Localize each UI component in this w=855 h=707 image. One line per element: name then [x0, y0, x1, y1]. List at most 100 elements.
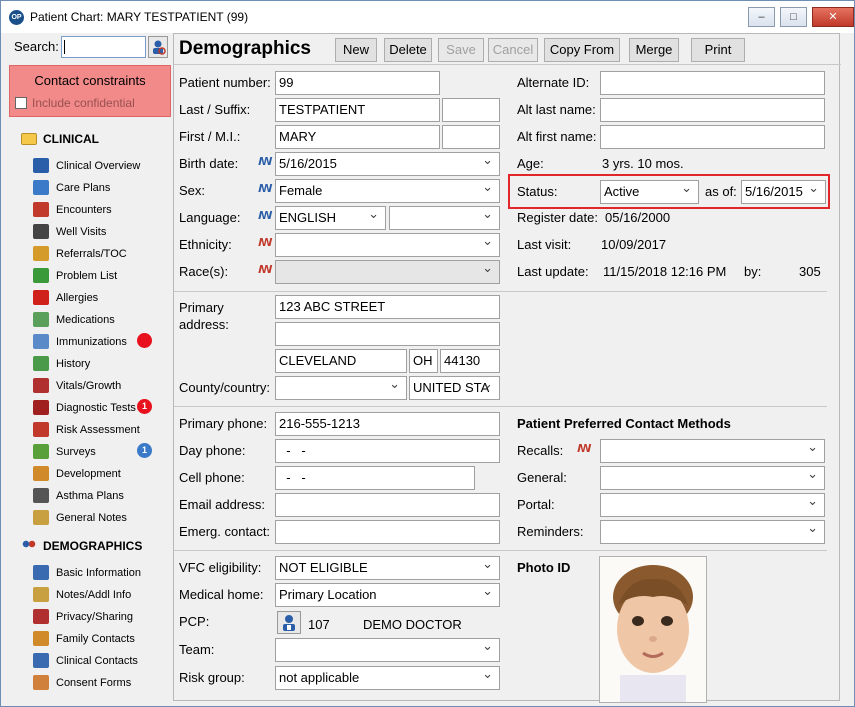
sidebar-item-label: Problem List [56, 269, 118, 282]
sidebar-item-surveys[interactable]: Surveys [33, 444, 96, 459]
sidebar-item-development[interactable]: Development [33, 466, 121, 481]
cell-phone-field[interactable]: - - [275, 466, 475, 490]
sidebar-item-encounters[interactable]: Encounters [33, 202, 112, 217]
zip-field[interactable]: 44130 [440, 349, 500, 373]
medical-home-dropdown[interactable]: Primary Location [275, 583, 500, 607]
age-label: Age: [517, 156, 544, 171]
save-button[interactable]: Save [438, 38, 484, 62]
alt-first-name-field[interactable] [600, 125, 825, 149]
sidebar-item-history[interactable]: History [33, 356, 90, 371]
copy-from-button[interactable]: Copy From [544, 38, 620, 62]
sidebar-item-medications[interactable]: Medications [33, 312, 115, 327]
last-visit-label: Last visit: [517, 237, 572, 252]
consent-icon [33, 675, 49, 690]
search-input[interactable] [61, 36, 146, 58]
ethnicity-dropdown[interactable] [275, 233, 500, 257]
county-dropdown[interactable] [275, 376, 407, 400]
day-phone-field[interactable]: - - [275, 439, 500, 463]
country-dropdown[interactable]: UNITED STA [409, 376, 500, 400]
middle-initial-field[interactable] [442, 125, 500, 149]
first-name-field[interactable]: MARY [275, 125, 440, 149]
patient-photo[interactable] [599, 556, 707, 703]
reminders-dropdown[interactable] [600, 520, 825, 544]
patient-search-button[interactable] [148, 36, 168, 58]
email-field[interactable] [275, 493, 500, 517]
sidebar-item-care-plans[interactable]: Care Plans [33, 180, 110, 195]
contact-constraints-label[interactable]: Contact constraints [10, 73, 170, 88]
include-confidential-checkbox[interactable] [15, 97, 27, 109]
sidebar-item-immunizations[interactable]: Immunizations [33, 334, 127, 349]
alt-last-name-field[interactable] [600, 98, 825, 122]
as-of-date-picker[interactable]: 5/16/2015 [741, 180, 826, 204]
demographics-header-label: DEMOGRAPHICS [43, 539, 143, 553]
race-dropdown[interactable] [275, 260, 500, 284]
person-search-icon [153, 40, 166, 55]
minimize-button[interactable]: ‒ [748, 7, 775, 27]
print-button[interactable]: Print [691, 38, 745, 62]
page-title: Demographics [179, 38, 311, 59]
sidebar-item-diagnostic-tests[interactable]: Diagnostic Tests [33, 400, 136, 415]
emerg-contact-field[interactable] [275, 520, 500, 544]
patient-number-field[interactable]: 99 [275, 71, 440, 95]
first-mi-label: First / M.I.: [179, 129, 241, 144]
sidebar-item-allergies[interactable]: Allergies [33, 290, 98, 305]
window-title: Patient Chart: MARY TESTPATIENT (99) [30, 10, 249, 24]
sidebar-item-clinical-overview[interactable]: Clinical Overview [33, 158, 140, 173]
language-dropdown[interactable]: ENGLISH [275, 206, 386, 230]
sidebar-item-basic-information[interactable]: Basic Information [33, 565, 141, 580]
state-field[interactable]: OH [409, 349, 438, 373]
pcp-lookup-button[interactable] [277, 611, 301, 634]
search-label: Search: [14, 39, 59, 54]
clinical-section-header[interactable]: CLINICAL [21, 132, 99, 146]
recalls-dropdown[interactable] [600, 439, 825, 463]
primary-phone-field[interactable]: 216-555-1213 [275, 412, 500, 436]
status-dropdown[interactable]: Active [600, 180, 699, 204]
sidebar-item-label: Diagnostic Tests [56, 401, 136, 414]
pcp-label: PCP: [179, 614, 210, 629]
alt-last-name-label: Alt last name: [517, 102, 596, 117]
general-dropdown[interactable] [600, 466, 825, 490]
sidebar-item-asthma-plans[interactable]: Asthma Plans [33, 488, 124, 503]
alternate-id-field[interactable] [600, 71, 825, 95]
suffix-field[interactable] [442, 98, 500, 122]
right-divider [500, 291, 827, 292]
address-line2-field[interactable] [275, 322, 500, 346]
merge-button[interactable]: Merge [629, 38, 679, 62]
sidebar-item-problem-list[interactable]: Problem List [33, 268, 117, 283]
sidebar-item-notes-addl-info[interactable]: Notes/Addl Info [33, 587, 131, 602]
new-button[interactable]: New [335, 38, 377, 62]
allergies-icon [33, 290, 49, 305]
portal-dropdown[interactable] [600, 493, 825, 517]
delete-button[interactable]: Delete [384, 38, 432, 62]
sidebar-item-well-visits[interactable]: Well Visits [33, 224, 106, 239]
sidebar-item-label: Surveys [56, 445, 96, 458]
last-name-field[interactable]: TESTPATIENT [275, 98, 440, 122]
sidebar-item-label: Referrals/TOC [56, 247, 127, 260]
maximize-button[interactable]: □ [780, 7, 807, 27]
surveys-badge: 1 [137, 443, 152, 458]
city-field[interactable]: CLEVELAND [275, 349, 407, 373]
sidebar-item-privacy-sharing[interactable]: Privacy/Sharing [33, 609, 133, 624]
demographics-section-header[interactable]: DEMOGRAPHICS [21, 539, 142, 553]
register-date-label: Register date: [517, 210, 598, 225]
sidebar-item-risk-assessment[interactable]: Risk Assessment [33, 422, 140, 437]
sidebar-item-label: General Notes [56, 511, 127, 524]
sidebar-item-referrals-toc[interactable]: Referrals/TOC [33, 246, 127, 261]
birth-date-picker[interactable]: 5/16/2015 [275, 152, 500, 176]
sidebar-item-general-notes[interactable]: General Notes [33, 510, 127, 525]
sidebar-item-family-contacts[interactable]: Family Contacts [33, 631, 135, 646]
language2-dropdown[interactable] [389, 206, 500, 230]
team-dropdown[interactable] [275, 638, 500, 662]
cancel-button[interactable]: Cancel [488, 38, 538, 62]
address-line1-field[interactable]: 123 ABC STREET [275, 295, 500, 319]
sidebar-item-consent-forms[interactable]: Consent Forms [33, 675, 131, 690]
close-button[interactable]: ✕ [812, 7, 854, 27]
contact-constraints-panel: Contact constraints Include confidential [9, 65, 171, 117]
sidebar-item-clinical-contacts[interactable]: Clinical Contacts [33, 653, 138, 668]
contact-methods-title: Patient Preferred Contact Methods [517, 416, 731, 431]
sidebar-item-label: History [56, 357, 91, 370]
sidebar-item-vitals-growth[interactable]: Vitals/Growth [33, 378, 121, 393]
vfc-dropdown[interactable]: NOT ELIGIBLE [275, 556, 500, 580]
risk-group-dropdown[interactable]: not applicable [275, 666, 500, 690]
sex-dropdown[interactable]: Female [275, 179, 500, 203]
